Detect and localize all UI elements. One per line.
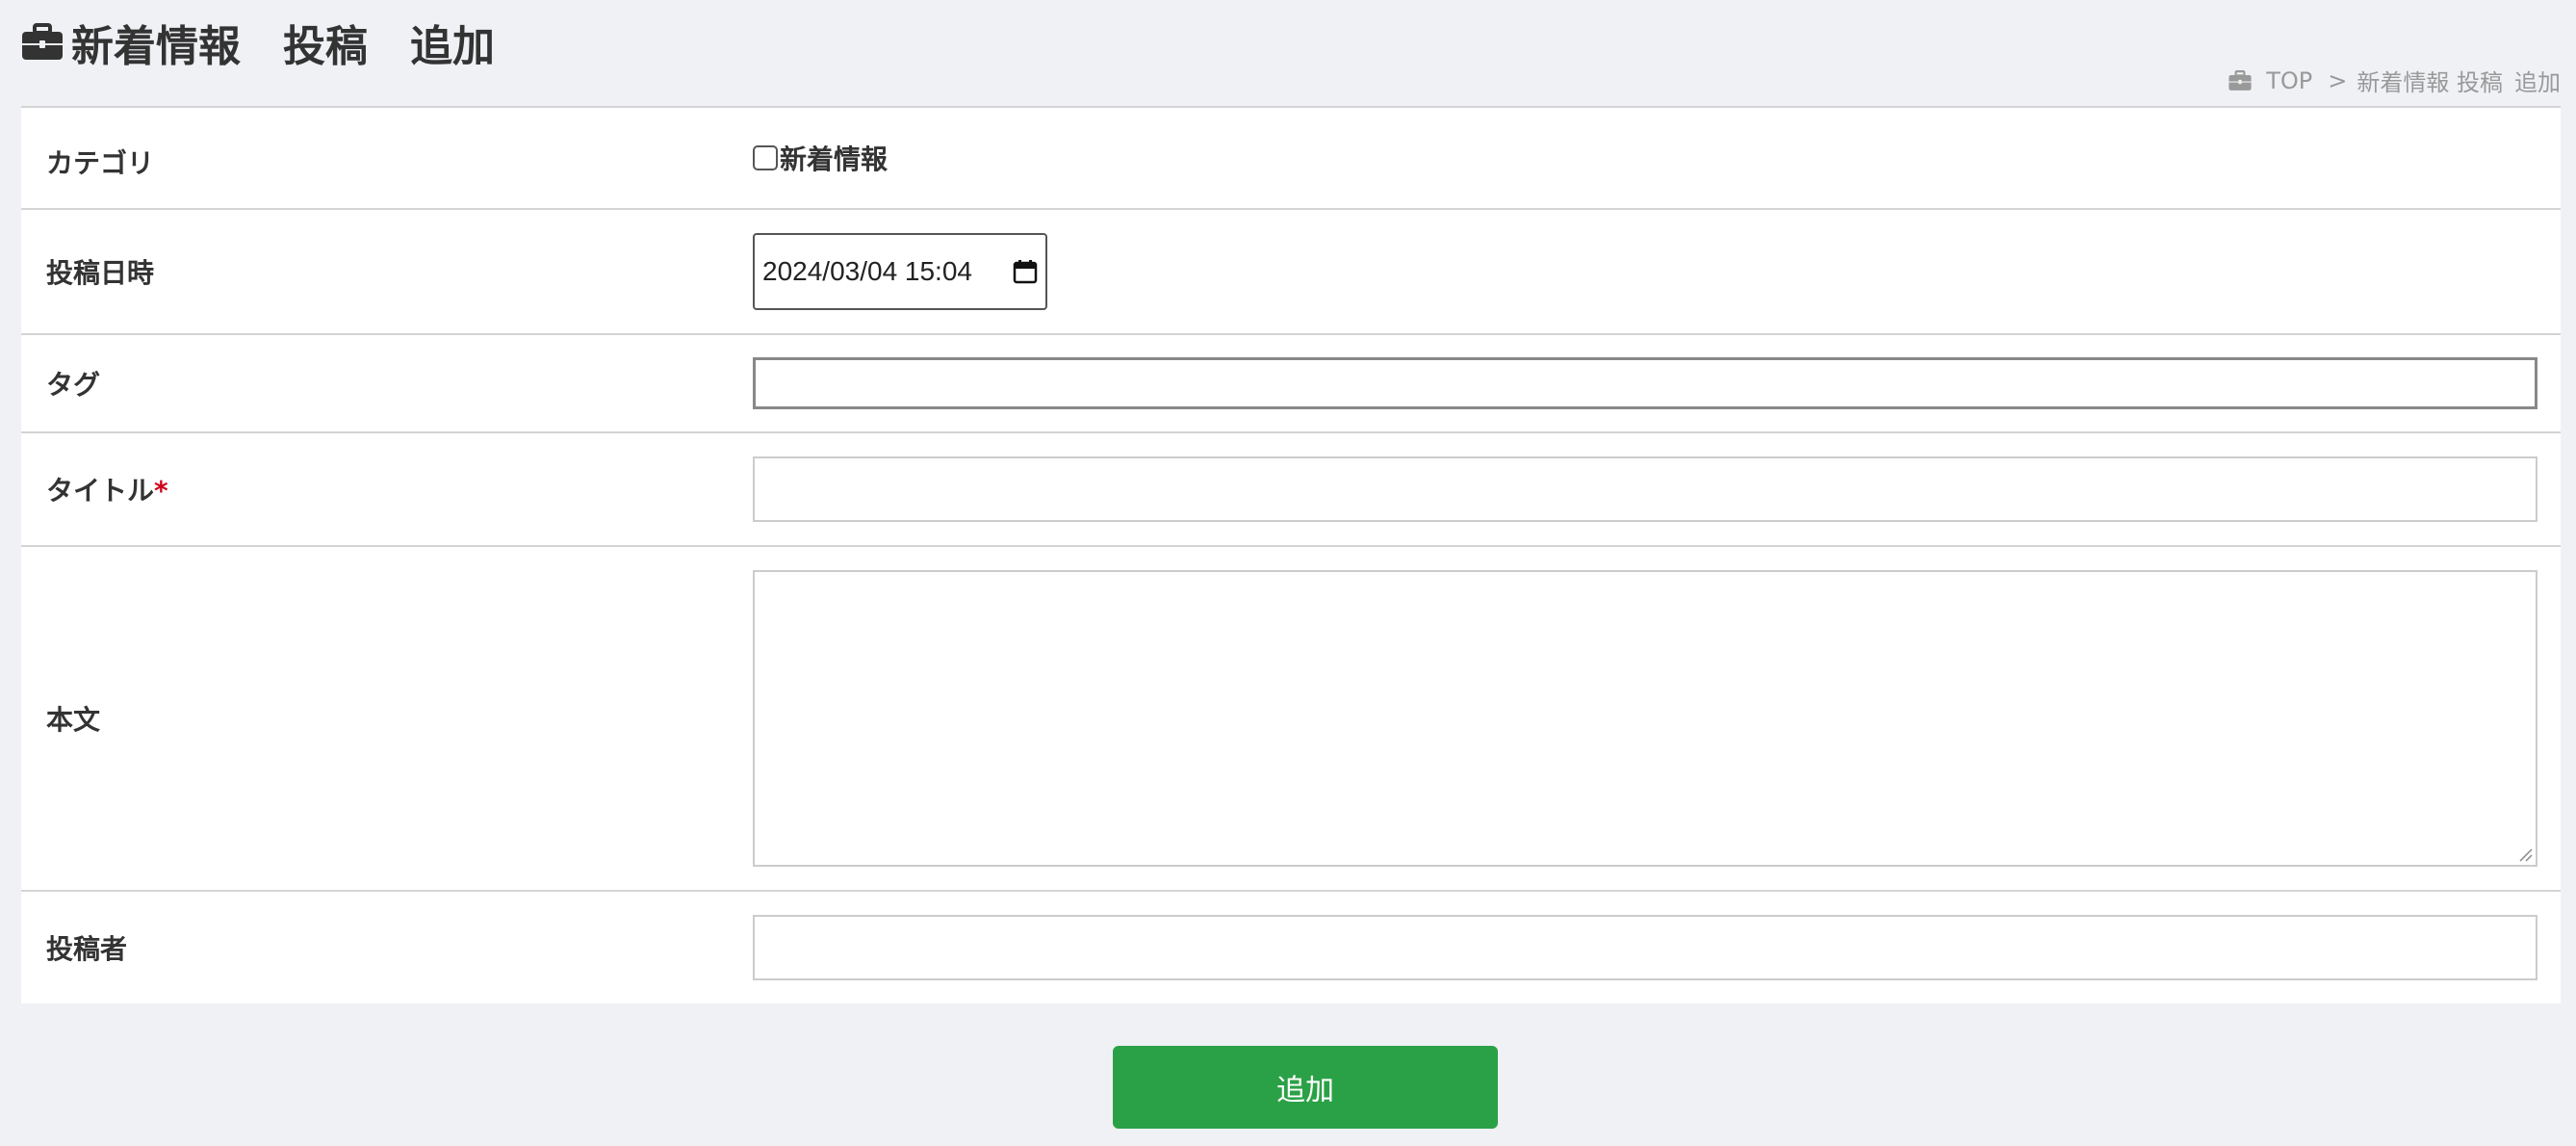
body-row: 本文 <box>21 547 2561 892</box>
author-row: 投稿者 <box>21 892 2561 1003</box>
tag-label: タグ <box>46 369 101 401</box>
briefcase-icon <box>22 23 63 60</box>
post-form: カテゴリ 新着情報 投稿日時 2024/03/04 15:04 タグ タイトル*… <box>21 106 2561 1003</box>
body-field <box>753 570 2561 867</box>
page-title-action: 追加 <box>410 22 495 71</box>
title-label: タイトル* <box>21 470 753 508</box>
tag-input[interactable] <box>753 357 2537 409</box>
breadcrumb-section: 新着情報 投稿 <box>2357 69 2503 96</box>
title-input[interactable] <box>753 456 2537 522</box>
title-row: タイトル* <box>21 433 2561 547</box>
resize-handle-icon[interactable] <box>2516 846 2534 863</box>
page-title: 新着情報 投稿 追加 <box>71 12 537 73</box>
author-label: 投稿者 <box>46 933 128 965</box>
breadcrumb-home-link[interactable]: TOP <box>2266 67 2312 94</box>
breadcrumb: TOP > 新着情報 投稿 追加 <box>2228 64 2561 97</box>
body-label: 本文 <box>46 704 101 736</box>
post-date-input[interactable]: 2024/03/04 15:04 <box>753 233 1047 310</box>
category-checkbox[interactable] <box>753 145 778 170</box>
category-label: カテゴリ <box>46 147 155 179</box>
add-button[interactable]: 追加 <box>1113 1046 1498 1129</box>
category-option-label[interactable]: 新着情報 <box>780 139 888 177</box>
author-input[interactable] <box>753 915 2537 980</box>
tag-row: タグ <box>21 335 2561 433</box>
briefcase-icon <box>2228 69 2252 91</box>
breadcrumb-separator: > <box>2328 66 2348 94</box>
breadcrumb-current: 追加 <box>2514 69 2561 96</box>
required-mark: * <box>154 475 168 507</box>
title-label-text: タイトル <box>46 475 155 507</box>
title-field <box>753 456 2561 522</box>
calendar-icon[interactable] <box>1013 259 1038 284</box>
category-field: 新着情報 <box>753 108 2561 177</box>
page-title-section: 新着情報 <box>71 22 241 71</box>
post-date-value: 2024/03/04 15:04 <box>762 256 972 286</box>
post-date-row: 投稿日時 2024/03/04 15:04 <box>21 210 2561 335</box>
author-field <box>753 915 2561 980</box>
body-textarea[interactable] <box>753 570 2537 867</box>
page-header: 新着情報 投稿 追加 <box>21 13 537 71</box>
tag-field <box>753 357 2561 409</box>
post-date-field: 2024/03/04 15:04 <box>753 233 2561 310</box>
category-row: カテゴリ 新着情報 <box>21 108 2561 210</box>
page-title-subsection: 投稿 <box>283 22 368 71</box>
post-date-label: 投稿日時 <box>46 257 155 289</box>
